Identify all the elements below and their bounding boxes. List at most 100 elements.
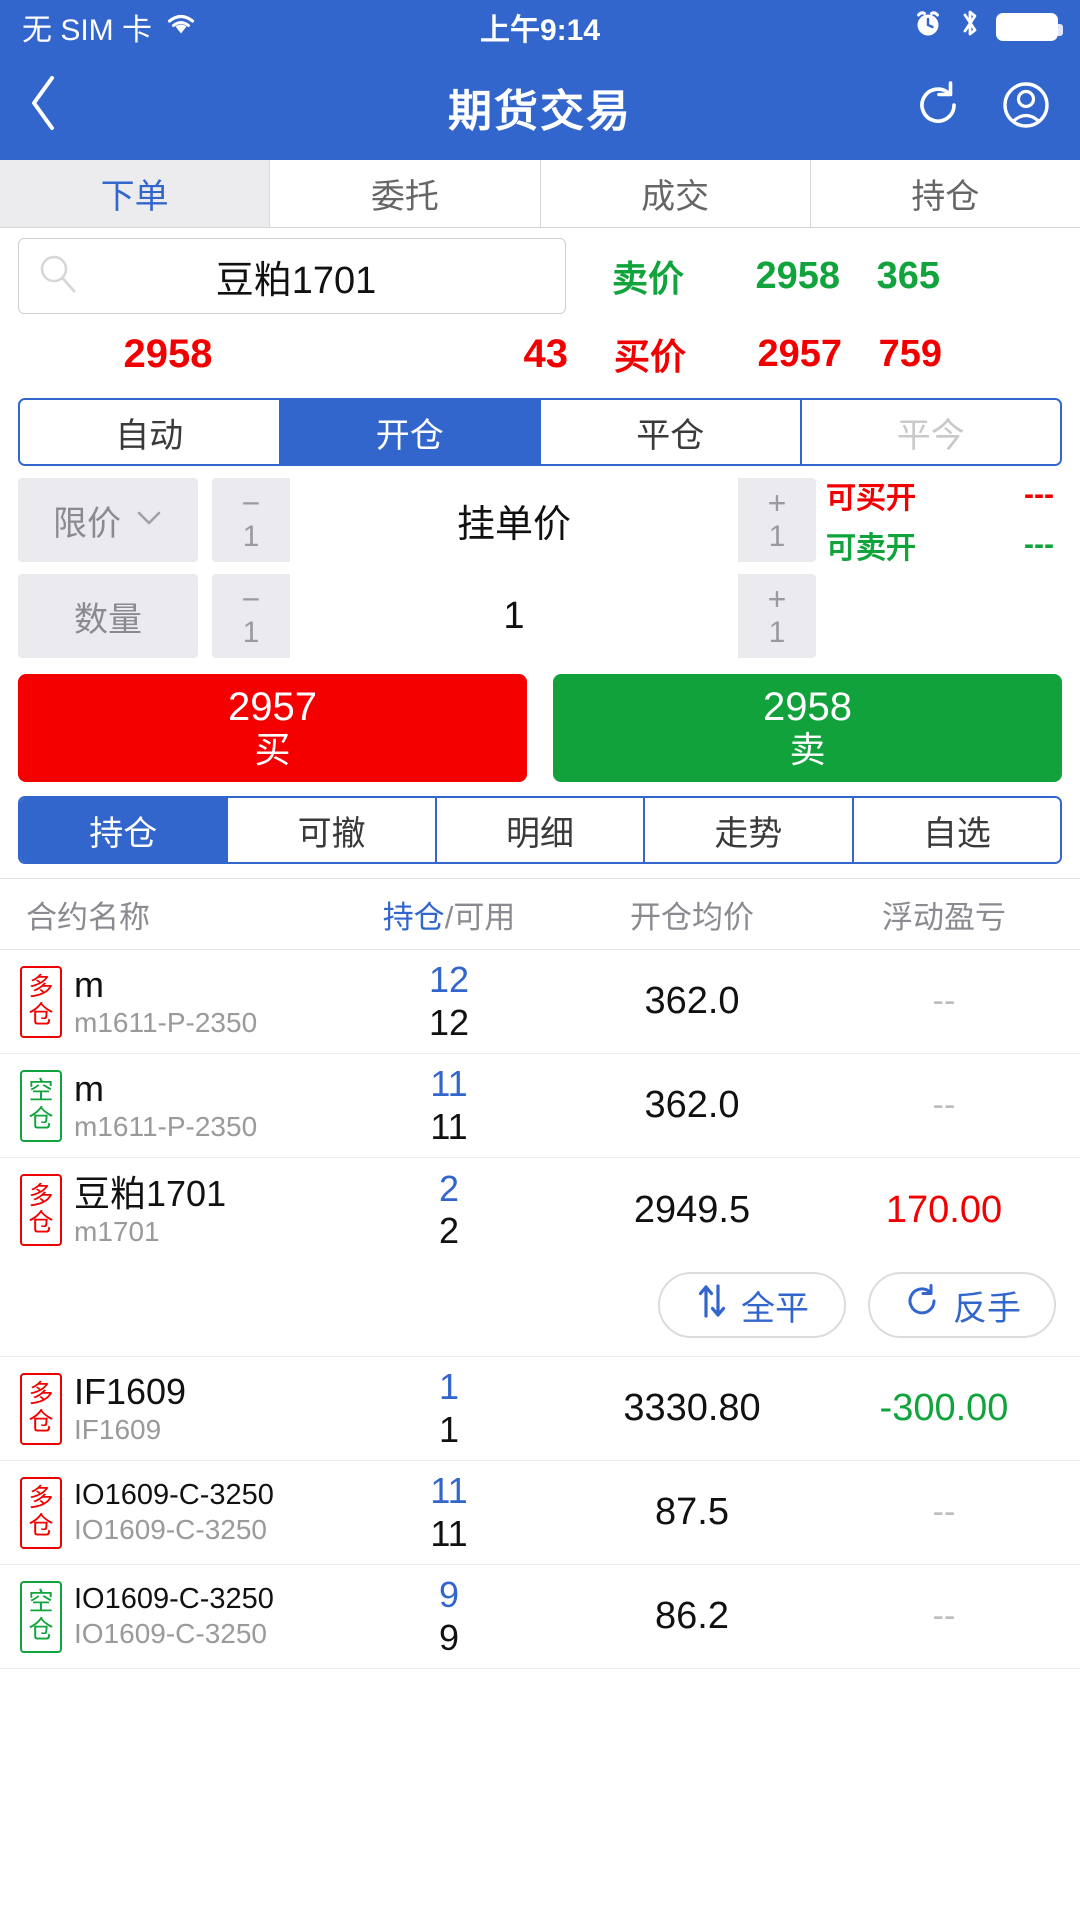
table-row[interactable]: 多 仓 豆粕1701 m1701 2 2 2949.5 170.00	[0, 1158, 1080, 1262]
battery-icon	[996, 13, 1063, 41]
plus-icon: +	[767, 581, 787, 618]
seg-cancelable[interactable]: 可撤	[228, 798, 437, 862]
row-avg-price: 87.5	[655, 1491, 729, 1533]
seg-positions[interactable]: 持仓	[20, 798, 229, 862]
table-row[interactable]: 空 仓 IO1609-C-3250 IO1609-C-3250 9 9 86.2…	[0, 1565, 1080, 1669]
available-quantity: 11	[430, 1105, 468, 1147]
offset-close-today[interactable]: 平今	[801, 400, 1060, 464]
offset-close[interactable]: 平仓	[541, 400, 802, 464]
contract-name-stack: m m1611-P-2350	[74, 963, 257, 1040]
ask-volume: 365	[876, 254, 940, 297]
contract-search-box[interactable]: 豆粕1701	[18, 238, 566, 314]
quantity-decrement-button[interactable]: − 1	[212, 574, 290, 658]
badge-char-2: 仓	[28, 1511, 54, 1540]
seg-watchlist[interactable]: 自选	[853, 798, 1060, 862]
minus-icon: −	[241, 581, 261, 618]
plus-icon: +	[767, 485, 787, 522]
position-quantity: 9	[438, 1574, 460, 1616]
header-floating-pnl: 浮动盈亏	[882, 899, 1006, 935]
trade-buttons: 2957 买 2958 卖	[18, 674, 1062, 782]
position-side-badge: 空 仓	[20, 1580, 62, 1653]
badge-char-1: 多	[28, 1484, 54, 1512]
tab-xiadan[interactable]: 下单	[0, 160, 271, 227]
wifi-icon	[164, 10, 198, 44]
tab-chengjiao[interactable]: 成交	[540, 160, 811, 227]
minus-icon: −	[241, 485, 261, 522]
sell-open-line: 可卖开 ---	[826, 523, 1062, 567]
price-increment-step: 1	[768, 520, 786, 554]
nav-bar-actions	[910, 77, 1054, 138]
header-contract-name: 合约名称	[26, 899, 150, 935]
sell-button[interactable]: 2958 卖	[553, 674, 1062, 782]
table-row[interactable]: 空 仓 m m1611-P-2350 11 11 362.0 --	[0, 1054, 1080, 1158]
available-quantity: 12	[428, 1001, 470, 1043]
row-floating-pnl: --	[932, 1086, 956, 1124]
order-type-dropdown[interactable]: 限价	[18, 478, 198, 562]
seg-detail[interactable]: 明细	[436, 798, 646, 862]
carrier-label: 无 SIM 卡	[22, 14, 153, 47]
row-quantity-cell: 1 1	[340, 1366, 558, 1451]
ask-label: 卖价	[611, 258, 684, 299]
position-side-badge: 多 仓	[20, 1372, 62, 1445]
row-contract-cell: 多 仓 m m1611-P-2350	[0, 963, 340, 1040]
available-quantity: 1	[438, 1408, 460, 1450]
contract-name-stack: m m1611-P-2350	[74, 1067, 257, 1144]
search-input[interactable]: 豆粕1701	[81, 249, 511, 304]
offset-segmented-control: 自动 开仓 平仓 平今	[18, 398, 1062, 466]
position-side-badge: 空 仓	[20, 1069, 62, 1142]
row-contract-cell: 多 仓 IO1609-C-3250 IO1609-C-3250	[0, 1476, 340, 1549]
buy-button[interactable]: 2957 买	[18, 674, 527, 782]
table-row[interactable]: 多 仓 m m1611-P-2350 12 12 362.0 --	[0, 950, 1080, 1054]
positions-table-header: 合约名称 持仓/可用 开仓均价 浮动盈亏	[0, 878, 1080, 950]
badge-char-2: 仓	[28, 1104, 54, 1133]
tab-chicang[interactable]: 持仓	[810, 160, 1080, 227]
contract-code: IF1609	[74, 1414, 162, 1446]
badge-char-2: 仓	[28, 1407, 54, 1436]
contract-code: m1611-P-2350	[74, 1007, 258, 1039]
row-avg-price: 86.2	[655, 1595, 729, 1637]
contract-name-stack: IF1609 IF1609	[74, 1370, 186, 1447]
quantity-input[interactable]: 1	[290, 574, 738, 658]
contract-code: IO1609-C-3250	[74, 1514, 268, 1546]
bid-label: 买价	[613, 336, 686, 377]
contract-code: IO1609-C-3250	[74, 1618, 268, 1650]
tab-weituo[interactable]: 委托	[270, 160, 541, 227]
back-chevron-icon[interactable]	[26, 72, 60, 143]
badge-char-2: 仓	[28, 1615, 54, 1644]
available-info: 可买开 --- 可卖开 ---	[826, 478, 1062, 565]
quote-panel: 豆粕1701 卖价 2958 365 2958 43 买价 2957 759	[0, 228, 1080, 384]
bid-price: 2957	[757, 332, 842, 375]
chevron-down-icon	[135, 506, 163, 534]
positions-table-body: 多 仓 m m1611-P-2350 12 12 362.0 -- 空 仓 m …	[0, 950, 1080, 1669]
row-floating-pnl: --	[932, 1597, 956, 1635]
ask-price: 2958	[755, 254, 840, 297]
quote-top-row: 豆粕1701 卖价 2958 365	[18, 238, 1062, 314]
buy-open-value: ---	[1024, 478, 1054, 511]
row-floating-pnl: --	[932, 1493, 956, 1531]
refresh-circular-icon	[903, 1282, 941, 1329]
contract-display-name: IF1609	[74, 1371, 187, 1413]
quantity-increment-step: 1	[768, 616, 786, 650]
price-decrement-button[interactable]: − 1	[212, 478, 290, 562]
row-avg-price: 2949.5	[633, 1188, 751, 1231]
header-position: 持仓	[382, 899, 445, 935]
table-row[interactable]: 多 仓 IF1609 IF1609 1 1 3330.80 -300.00	[0, 1357, 1080, 1461]
table-row[interactable]: 多 仓 IO1609-C-3250 IO1609-C-3250 11 11 87…	[0, 1461, 1080, 1565]
row-floating-pnl: --	[932, 982, 956, 1020]
quote-bottom-row: 2958 43 买价 2957 759	[18, 328, 1062, 380]
row-contract-cell: 空 仓 m m1611-P-2350	[0, 1067, 340, 1144]
reverse-position-button[interactable]: 反手	[868, 1272, 1056, 1338]
offset-open[interactable]: 开仓	[280, 400, 541, 464]
header-position-available[interactable]: 持仓/可用	[340, 892, 558, 937]
user-account-icon[interactable]	[998, 77, 1054, 138]
contract-display-name: m	[74, 1068, 104, 1110]
refresh-icon[interactable]	[910, 77, 966, 138]
seg-trend[interactable]: 走势	[645, 798, 854, 862]
contract-display-name: IO1609-C-3250	[74, 1583, 274, 1616]
price-input[interactable]: 挂单价	[290, 478, 738, 562]
quantity-increment-button[interactable]: + 1	[738, 574, 816, 658]
price-increment-button[interactable]: + 1	[738, 478, 816, 562]
close-all-button[interactable]: 全平	[658, 1272, 846, 1338]
offset-auto[interactable]: 自动	[20, 400, 281, 464]
status-bar-left: 无 SIM 卡	[22, 5, 198, 49]
